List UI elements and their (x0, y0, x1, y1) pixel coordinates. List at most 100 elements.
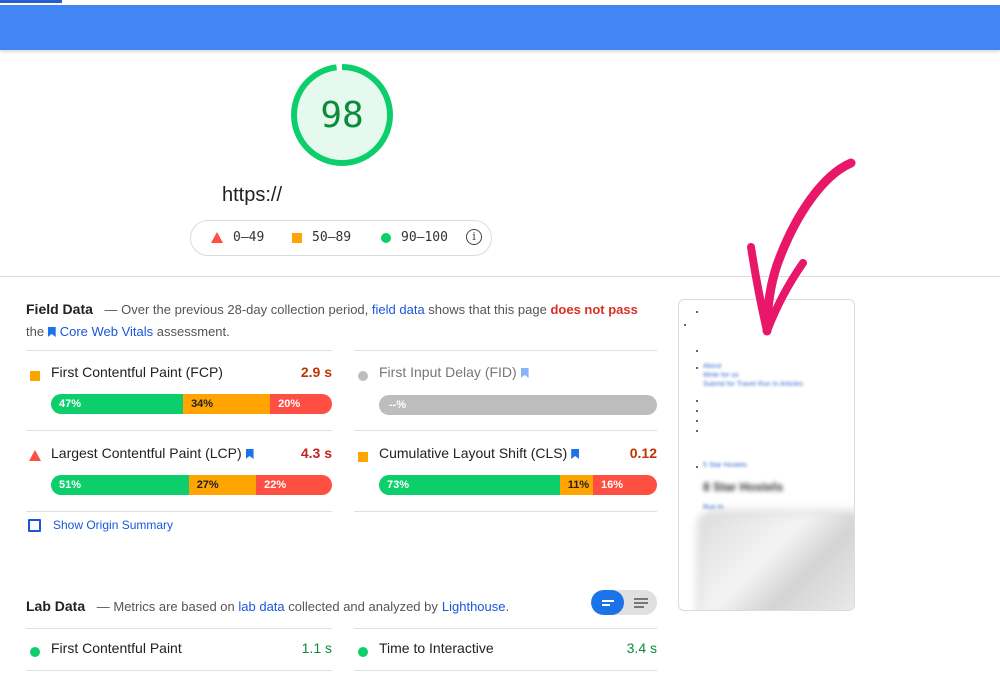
bookmark-icon (245, 449, 254, 459)
legend-average-label: 50–89 (312, 230, 352, 245)
field-data-title: Field Data (26, 301, 93, 317)
metric-fid: First Input Delay (FID) (354, 364, 657, 386)
field-data-header: Field Data — Over the previous 28-day co… (26, 301, 638, 317)
row-divider (26, 350, 332, 351)
lcp-distribution-bar: 51% 27% 22% (51, 475, 332, 495)
lab-metric-fcp-value: 1.1 s (301, 640, 332, 656)
list-compact-icon (601, 599, 614, 606)
thumb-link: Write for us (703, 372, 739, 379)
lcp-poor-segment: 22% (256, 475, 332, 495)
thumb-link: Submit for Travel Run In Articles (703, 381, 803, 388)
average-square-icon (358, 449, 368, 467)
lab-data-title: Lab Data (26, 598, 86, 614)
core-web-vitals-link[interactable]: Core Web Vitals (47, 324, 154, 339)
bookmark-icon (47, 327, 56, 337)
legend-fail: 0–49 (211, 230, 264, 245)
row-divider (26, 628, 332, 629)
origin-summary-label: Show Origin Summary (53, 518, 174, 532)
lab-metric-tti-name: Time to Interactive (379, 640, 494, 656)
legend-pass-label: 90–100 (401, 230, 448, 245)
info-icon[interactable]: i (466, 229, 482, 245)
row-divider (354, 628, 657, 629)
lcp-good-segment: 51% (51, 475, 189, 495)
fid-distribution-bar: --% (379, 395, 657, 415)
legend-pass: 90–100 (381, 230, 448, 245)
lab-metric-tti: Time to Interactive 3.4 s (354, 640, 657, 662)
lab-view-toggle[interactable] (591, 590, 657, 615)
row-divider (354, 430, 657, 431)
row-divider (26, 670, 332, 671)
row-divider (354, 511, 657, 512)
annotation-arrow (747, 158, 856, 336)
metric-cls-name: Cumulative Layout Shift (CLS) (379, 445, 583, 461)
row-divider (354, 670, 657, 671)
metric-cls-value: 0.12 (629, 445, 657, 461)
cls-poor-segment: 16% (593, 475, 657, 495)
cls-average-segment: 11% (559, 475, 594, 495)
lab-metric-fcp: First Contentful Paint 1.1 s (26, 640, 332, 662)
average-square-icon (30, 368, 40, 386)
field-data-header-line2: the Core Web Vitals assessment. (26, 324, 230, 339)
summary-view-button[interactable] (591, 590, 624, 615)
lighthouse-link[interactable]: Lighthouse (442, 599, 506, 614)
field-data-link[interactable]: field data (372, 302, 425, 317)
cwv-fail-text: does not pass (550, 302, 638, 317)
lab-metric-tti-value: 3.4 s (626, 640, 657, 656)
thumb-byline: Run In (703, 504, 724, 511)
cls-good-segment: 73% (379, 475, 560, 495)
fail-triangle-icon (29, 448, 41, 466)
fcp-distribution-bar: 47% 34% 20% (51, 394, 332, 414)
bookmark-icon (520, 368, 529, 378)
bookmark-icon (571, 449, 580, 459)
list-detail-icon (633, 597, 648, 608)
core-web-vitals-label: Core Web Vitals (59, 324, 154, 339)
field-data-desc-prefix: — Over the previous 28-day collection pe… (104, 302, 369, 317)
show-origin-summary[interactable]: Show Origin Summary (28, 518, 173, 532)
detail-view-button[interactable] (624, 590, 657, 615)
row-divider (26, 430, 332, 431)
metric-lcp-value: 4.3 s (300, 445, 332, 461)
metric-fid-name: First Input Delay (FID) (379, 364, 533, 380)
legend-average: 50–89 (292, 230, 351, 245)
lab-data-desc-prefix: — Metrics are based on (96, 599, 235, 614)
lab-metric-fcp-name: First Contentful Paint (51, 640, 182, 656)
top-app-bar (0, 0, 1000, 50)
metric-fcp: First Contentful Paint (FCP) 2.9 s (26, 364, 332, 386)
square-icon (292, 232, 302, 243)
metric-fcp-value: 2.9 s (300, 364, 332, 380)
metric-cls: Cumulative Layout Shift (CLS) 0.12 (354, 445, 657, 467)
circle-icon (381, 232, 391, 243)
fcp-poor-segment: 20% (270, 394, 332, 414)
lab-data-header: Lab Data — Metrics are based on lab data… (26, 598, 509, 614)
performance-score: 98 (320, 94, 364, 136)
lcp-average-segment: 27% (188, 475, 257, 495)
score-legend: 0–49 50–89 90–100 i (190, 220, 492, 256)
metric-lcp-name: Largest Contentful Paint (LCP) (51, 445, 258, 461)
unavailable-dot-icon (358, 368, 368, 386)
metric-lcp: Largest Contentful Paint (LCP) 4.3 s (26, 445, 332, 467)
fcp-average-segment: 34% (183, 394, 271, 414)
cls-distribution-bar: 73% 11% 16% (379, 475, 657, 495)
row-divider (354, 350, 657, 351)
thumb-breadcrumb: 5 Star Hostels (703, 462, 747, 469)
fid-no-data-segment: --% (379, 395, 657, 415)
field-data-desc-the: the (26, 324, 45, 339)
page-screenshot-thumbnail: About Write for us Submit for Travel Run… (678, 299, 855, 611)
pass-dot-icon (30, 644, 40, 662)
lab-data-desc-mid: collected and analyzed by (288, 599, 438, 614)
lab-data-desc-end: . (505, 599, 510, 614)
origin-summary-checkbox[interactable] (28, 518, 41, 532)
metric-fcp-name: First Contentful Paint (FCP) (51, 364, 223, 380)
lab-data-link[interactable]: lab data (238, 599, 284, 614)
triangle-icon (211, 232, 223, 243)
legend-fail-label: 0–49 (233, 230, 265, 245)
thumb-heading: 8 Star Hostels (703, 480, 784, 494)
row-divider (26, 511, 332, 512)
thumb-link: About (703, 363, 722, 370)
pass-dot-icon (358, 644, 368, 662)
top-app-bar-accent (0, 0, 62, 3)
field-data-desc-end: assessment. (156, 324, 230, 339)
tested-url: https:// (222, 184, 283, 206)
fcp-good-segment: 47% (51, 394, 184, 414)
thumb-hero-image (701, 514, 854, 610)
